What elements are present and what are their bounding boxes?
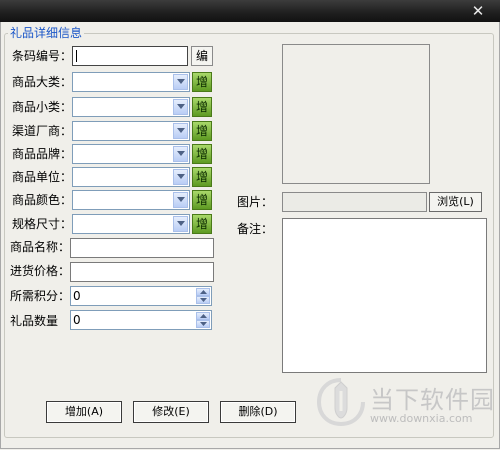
purchase-price-input[interactable]	[70, 262, 214, 282]
spin-down-icon[interactable]	[196, 296, 210, 304]
title-bar: ✕	[0, 0, 500, 22]
vendor-combo[interactable]	[72, 121, 190, 141]
watermark-logo-icon	[316, 378, 365, 426]
quantity-value: 0	[73, 313, 81, 327]
category-label: 商品大类：	[12, 75, 73, 89]
unit-label: 商品单位：	[12, 170, 73, 184]
subcategory-label: 商品小类：	[12, 100, 73, 114]
delete-button[interactable]: 删除(D)	[220, 401, 296, 423]
image-label: 图片：	[237, 195, 274, 209]
spin-down-icon[interactable]	[196, 320, 210, 328]
close-icon: ✕	[471, 2, 485, 20]
product-name-input[interactable]	[70, 238, 214, 258]
add-subcategory-button[interactable]: 增	[192, 97, 212, 117]
browse-button[interactable]: 浏览(L)	[429, 192, 482, 212]
spin-up-icon[interactable]	[196, 288, 210, 296]
add-brand-button[interactable]: 增	[192, 144, 212, 164]
brand-combo[interactable]	[72, 144, 190, 164]
product-name-label: 商品名称：	[10, 240, 71, 254]
modify-button[interactable]: 修改(E)	[133, 401, 209, 423]
watermark-text: 当下软件园	[370, 386, 495, 414]
barcode-label: 条码编号：	[12, 49, 73, 63]
remarks-label: 备注：	[237, 222, 274, 236]
add-vendor-button[interactable]: 增	[192, 121, 212, 141]
chevron-down-icon[interactable]	[173, 146, 188, 162]
add-button[interactable]: 增加(A)	[46, 401, 122, 423]
watermark-url: www.downxia.com	[370, 412, 473, 425]
color-label: 商品颜色：	[12, 193, 73, 207]
chevron-down-icon[interactable]	[173, 192, 188, 208]
group-title: 礼品详细信息	[8, 25, 85, 41]
points-spin-buttons	[196, 288, 210, 304]
color-combo[interactable]	[72, 190, 190, 210]
size-label: 规格尺寸：	[12, 217, 73, 231]
points-spinner[interactable]: 0	[70, 286, 212, 306]
purchase-price-label: 进货价格：	[10, 264, 71, 278]
chevron-down-icon[interactable]	[173, 123, 188, 139]
spin-up-icon[interactable]	[196, 312, 210, 320]
category-combo[interactable]	[72, 72, 190, 92]
vendor-label: 渠道厂商：	[12, 124, 73, 138]
points-label: 所需积分：	[10, 289, 71, 303]
unit-combo[interactable]	[72, 167, 190, 187]
text-caret	[76, 50, 77, 62]
size-combo[interactable]	[72, 214, 190, 234]
barcode-input[interactable]	[72, 46, 188, 66]
add-unit-button[interactable]: 增	[192, 167, 212, 187]
brand-label: 商品品牌：	[12, 147, 73, 161]
add-category-button[interactable]: 增	[192, 72, 212, 92]
chevron-down-icon[interactable]	[173, 74, 188, 90]
add-size-button[interactable]: 增	[192, 214, 212, 234]
image-preview	[282, 44, 430, 184]
quantity-spinner[interactable]: 0	[70, 310, 212, 330]
close-button[interactable]: ✕	[468, 1, 488, 21]
subcategory-combo[interactable]	[72, 97, 190, 117]
image-path-field[interactable]	[282, 192, 427, 212]
watermark: 当下软件园 www.downxia.com	[308, 378, 494, 434]
quantity-label: 礼品数量	[10, 314, 59, 328]
chevron-down-icon[interactable]	[173, 216, 188, 232]
chevron-down-icon[interactable]	[173, 99, 188, 115]
add-color-button[interactable]: 增	[192, 190, 212, 210]
barcode-edit-button[interactable]: 编	[191, 46, 213, 66]
chevron-down-icon[interactable]	[173, 169, 188, 185]
quantity-spin-buttons	[196, 312, 210, 328]
remarks-textarea[interactable]	[282, 218, 487, 373]
points-value: 0	[73, 289, 81, 303]
